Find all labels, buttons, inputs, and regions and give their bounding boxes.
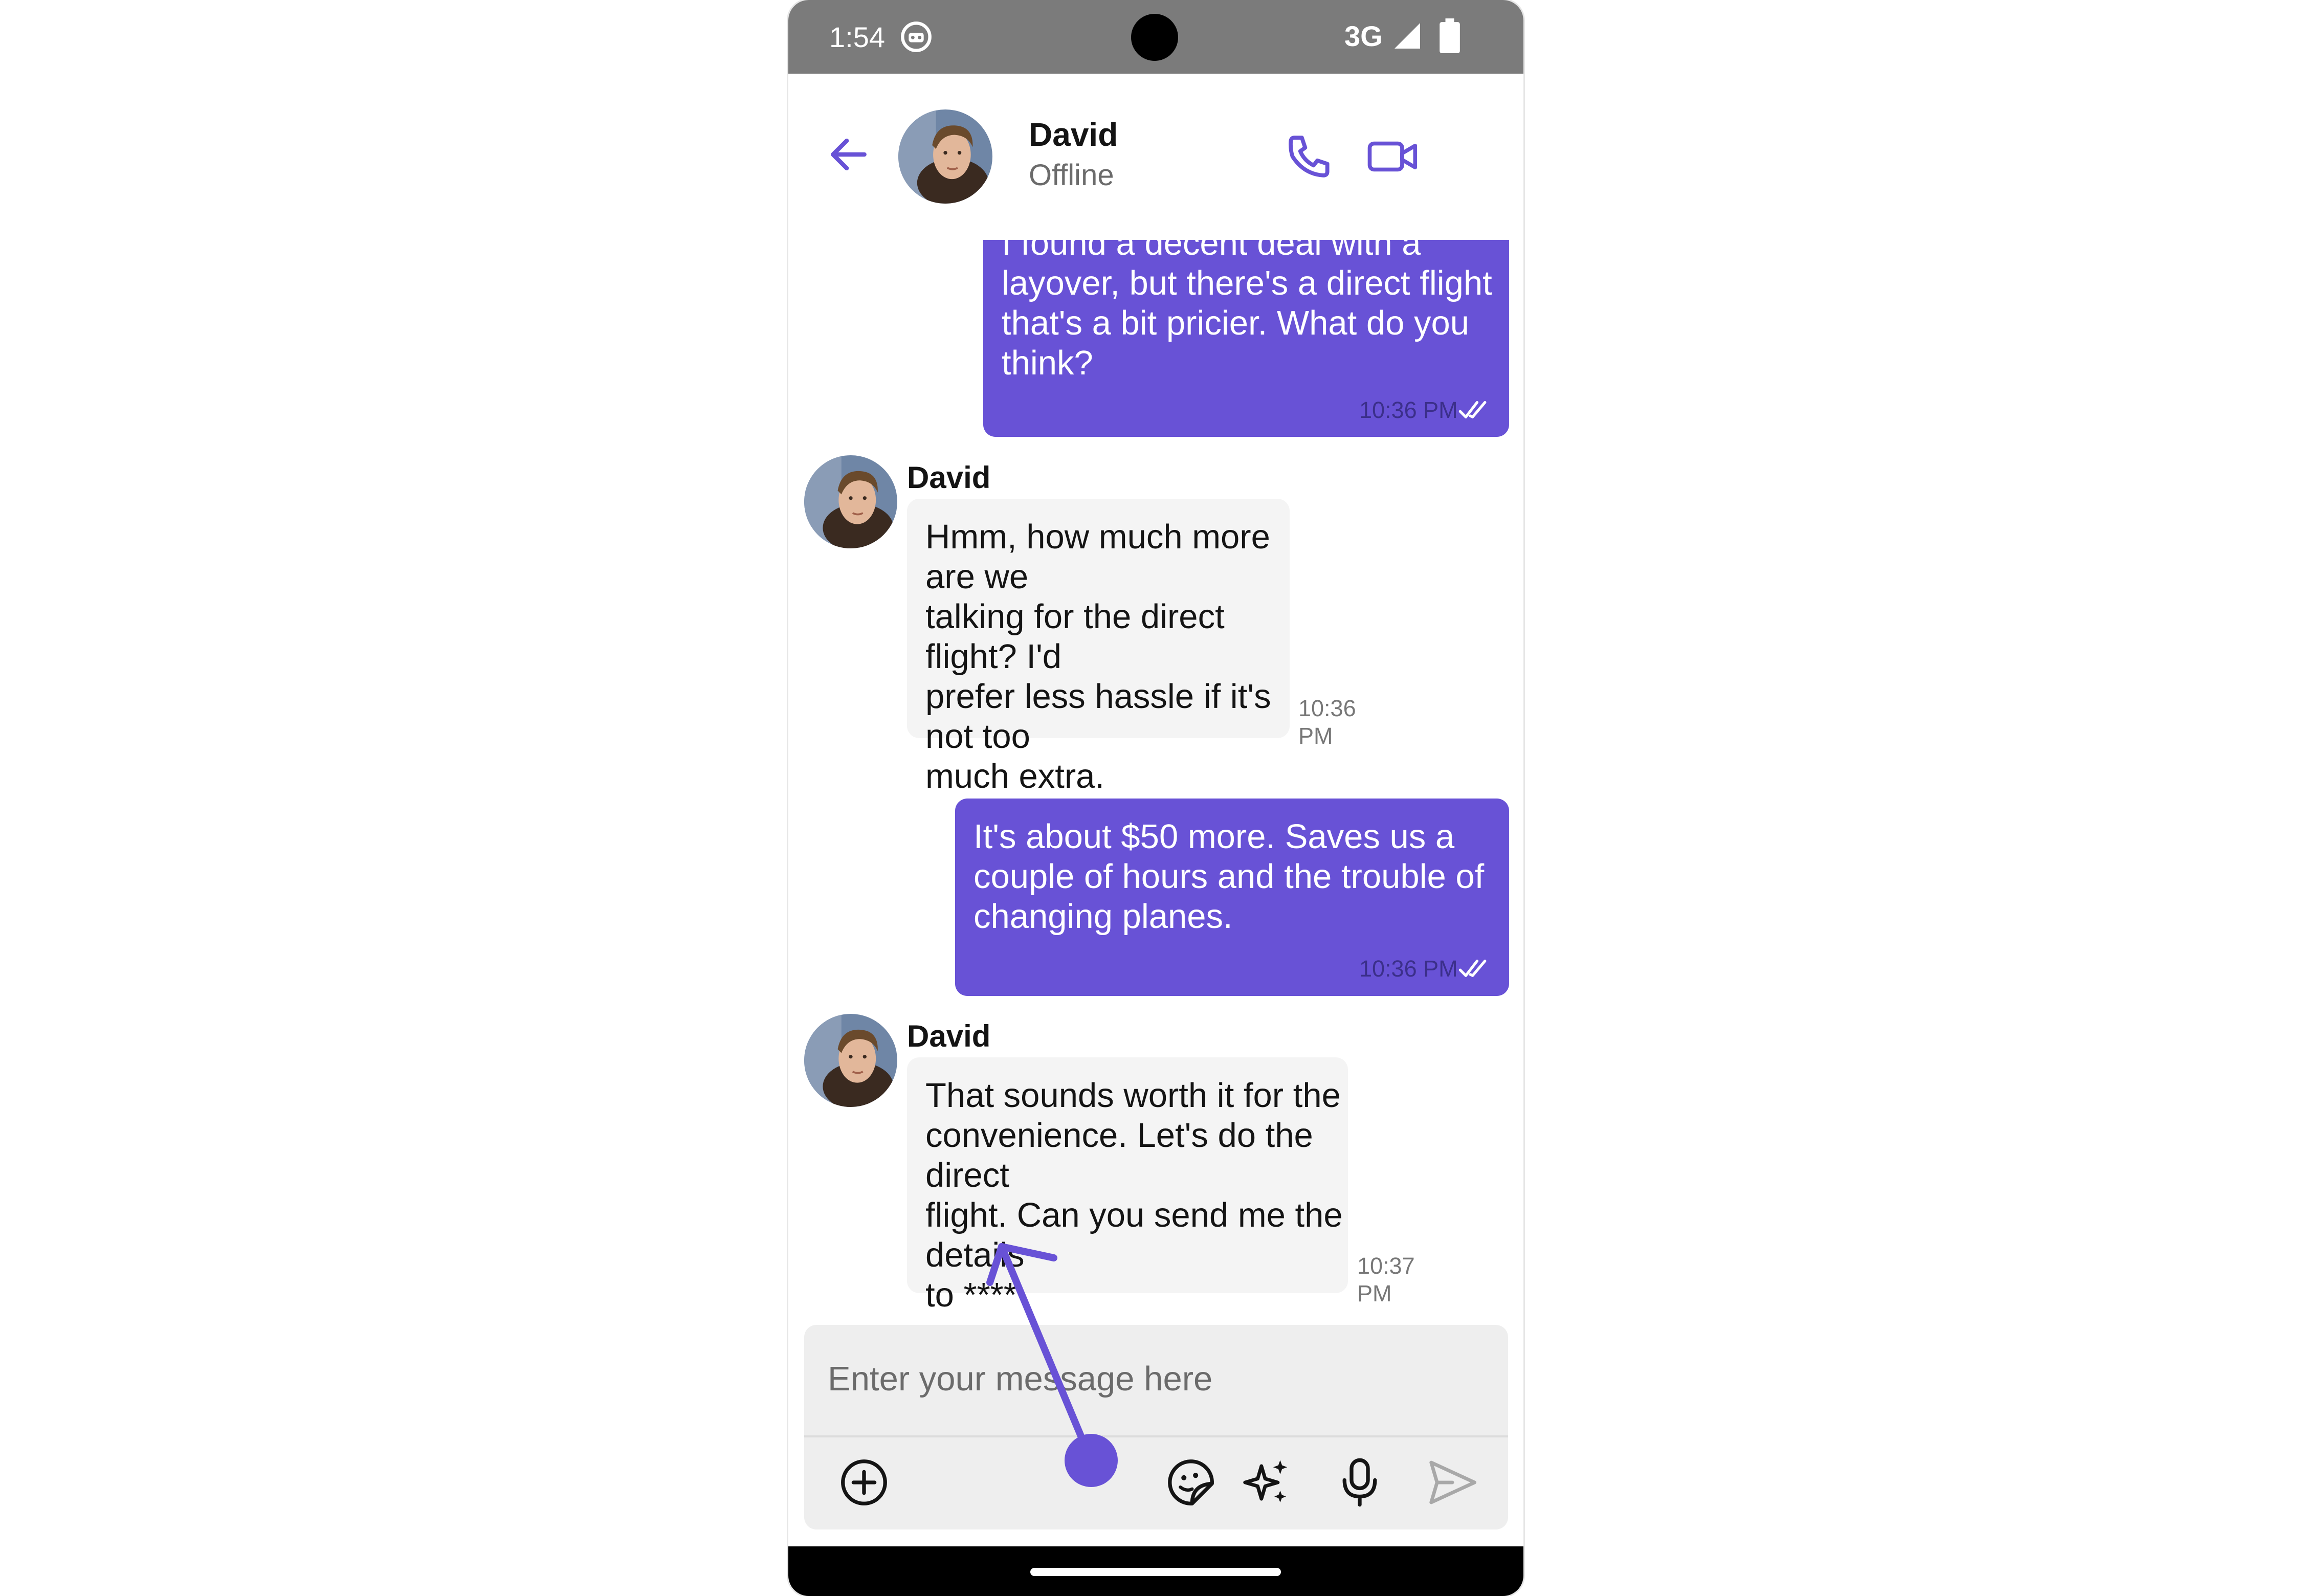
message-line: think? <box>1002 344 1093 382</box>
sender-name: David <box>907 1019 991 1053</box>
incoming-message-bubble[interactable]: That sounds worth it for the convenience… <box>907 1057 1415 1309</box>
message-line: much extra. <box>925 757 1105 795</box>
message-line: That sounds worth it for the <box>925 1076 1341 1115</box>
status-time: 1:54 <box>829 21 885 53</box>
message-time: 10:36 PM <box>1359 397 1458 423</box>
message-time: 10:37 PM <box>1357 1253 1415 1306</box>
message-composer <box>804 1325 1508 1529</box>
video-call-icon[interactable] <box>1365 130 1422 183</box>
send-icon[interactable] <box>1424 1454 1480 1511</box>
bot-icon <box>901 21 932 52</box>
message-time: 10:36 PM <box>1298 695 1356 749</box>
message-line: talking for the direct flight? I'd <box>925 597 1225 676</box>
network-type: 3G <box>1344 20 1383 52</box>
contact-name: David <box>1029 116 1118 153</box>
message-time: 10:36 PM <box>1359 956 1458 982</box>
navigation-bar <box>788 1546 1523 1596</box>
message-line: Hmm, how much more are we <box>925 518 1270 596</box>
double-check-icon <box>1458 959 1487 977</box>
message-line: prefer less hassle if it's not too <box>925 677 1271 756</box>
outgoing-message-bubble[interactable]: I found a decent deal with a layover, bu… <box>983 240 1509 437</box>
message-line: It's about $50 more. Saves us a <box>974 817 1455 856</box>
arrow-left-icon[interactable] <box>825 131 872 178</box>
home-indicator[interactable] <box>1030 1568 1281 1576</box>
message-line: couple of hours and the trouble of <box>974 857 1485 896</box>
outgoing-message-bubble[interactable]: It's about $50 more. Saves us a couple o… <box>955 799 1509 996</box>
message-input[interactable] <box>828 1350 1467 1407</box>
battery-icon <box>1440 18 1460 53</box>
chat-header: David Offline <box>788 74 1523 240</box>
phone-call-icon[interactable] <box>1283 130 1336 183</box>
sender-avatar[interactable] <box>804 455 897 548</box>
message-line: that's a bit pricier. What do you <box>1002 304 1470 342</box>
message-line: flight. Can you send me the details <box>925 1196 1343 1274</box>
message-line: I found a decent deal with a <box>1002 240 1421 262</box>
status-bar: 1:54 3G <box>788 0 1523 74</box>
sender-name: David <box>907 460 991 495</box>
contact-avatar[interactable] <box>898 109 992 204</box>
incoming-message-bubble[interactable]: Hmm, how much more are we talking for th… <box>907 499 1356 795</box>
phone-screen: 1:54 3G David Offline I found a decent d… <box>788 0 1523 1596</box>
microphone-icon[interactable] <box>1332 1454 1388 1511</box>
ai-sparkle-icon[interactable] <box>1238 1454 1294 1511</box>
message-line: layover, but there's a direct flight <box>1002 264 1492 302</box>
signal-icon <box>1395 23 1420 49</box>
composer-divider <box>804 1435 1508 1437</box>
message-line: changing planes. <box>974 897 1233 936</box>
double-check-icon <box>1458 401 1487 418</box>
message-list[interactable]: I found a decent deal with a layover, bu… <box>788 240 1523 1309</box>
sticker-icon[interactable] <box>1163 1454 1219 1511</box>
message-line: convenience. Let's do the direct <box>925 1116 1313 1194</box>
contact-status: Offline <box>1029 159 1114 192</box>
sender-avatar[interactable] <box>804 1014 897 1107</box>
camera-cutout <box>1131 14 1178 61</box>
add-circle-icon[interactable] <box>836 1454 892 1511</box>
message-line: to **** <box>925 1276 1017 1309</box>
